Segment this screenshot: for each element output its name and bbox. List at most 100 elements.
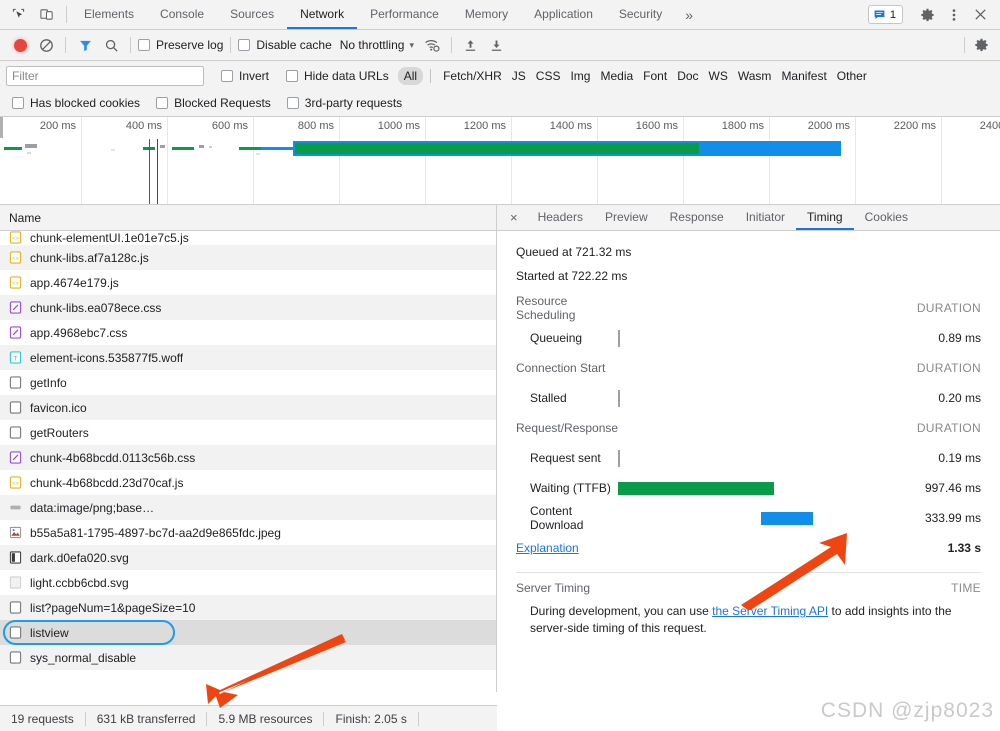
- type-filter-css[interactable]: CSS: [531, 67, 566, 85]
- type-filter-media[interactable]: Media: [595, 67, 638, 85]
- overview-tick: [855, 117, 856, 204]
- overview-seg: [25, 144, 37, 148]
- import-har-icon[interactable]: [459, 33, 483, 57]
- has-blocked-cookies-box[interactable]: [12, 97, 24, 109]
- timing-item-label: Stalled: [530, 391, 567, 405]
- explanation-link[interactable]: Explanation: [516, 541, 579, 555]
- search-icon[interactable]: [99, 33, 123, 57]
- request-row[interactable]: dark.d0efa020.svg: [0, 545, 496, 570]
- network-overview-timeline[interactable]: 200 ms 400 ms 600 ms 800 ms 1000 ms 1200 ms 14…: [0, 117, 1000, 205]
- has-blocked-cookies-label: Has blocked cookies: [30, 96, 141, 110]
- network-panels: Name <> chunk-elementUI.1e01e7c5.js <> chun…: [0, 205, 1000, 692]
- type-filter-doc[interactable]: Doc: [672, 67, 703, 85]
- type-filter-all[interactable]: All: [397, 66, 424, 85]
- blocked-requests-box[interactable]: [156, 97, 169, 109]
- type-filter-wasm[interactable]: Wasm: [733, 67, 777, 85]
- blocked-requests-checkbox[interactable]: Blocked Requests: [156, 96, 271, 110]
- close-detail-icon[interactable]: ×: [501, 205, 527, 230]
- tab-elements[interactable]: Elements: [71, 0, 147, 29]
- request-row[interactable]: getInfo: [0, 370, 496, 395]
- request-row[interactable]: b55a5a81-1795-4897-bc7d-aa2d9e865fdc.jpe…: [0, 520, 496, 545]
- request-row[interactable]: list?pageNum=1&pageSize=10: [0, 595, 496, 620]
- network-status-bar: 19 requests 631 kB transferred 5.9 MB re…: [0, 705, 497, 731]
- hide-data-urls-checkbox[interactable]: Hide data URLs: [286, 69, 389, 83]
- disable-cache-checkbox[interactable]: Disable cache: [238, 38, 332, 52]
- close-icon[interactable]: [968, 3, 992, 27]
- third-party-requests-box[interactable]: [286, 97, 299, 109]
- record-button[interactable]: [8, 33, 32, 57]
- invert-box[interactable]: [221, 69, 233, 82]
- server-timing-api-link[interactable]: the Server Timing API: [712, 604, 828, 618]
- type-filter-manifest[interactable]: Manifest: [776, 67, 831, 85]
- tab-sources[interactable]: Sources: [217, 0, 287, 29]
- tab-memory[interactable]: Memory: [452, 0, 521, 29]
- network-conditions-icon[interactable]: [420, 33, 444, 57]
- js-file-icon: <>: [9, 475, 22, 490]
- filter-funnel-icon[interactable]: [73, 33, 97, 57]
- tab-application[interactable]: Application: [521, 0, 606, 29]
- request-row[interactable]: <> chunk-4b68bcdd.23d70caf.js: [0, 470, 496, 495]
- request-row[interactable]: getRouters: [0, 420, 496, 445]
- device-toolbar-icon[interactable]: [36, 5, 56, 25]
- has-blocked-cookies-checkbox[interactable]: Has blocked cookies: [12, 96, 140, 110]
- gear-icon[interactable]: [916, 3, 940, 27]
- request-row[interactable]: light.ccbb6cbd.svg: [0, 570, 496, 595]
- network-settings-gear-icon[interactable]: [970, 33, 994, 57]
- tab-performance[interactable]: Performance: [357, 0, 452, 29]
- filter-bar: Invert Hide data URLs All Fetch/XHR JS C…: [0, 61, 1000, 90]
- invert-label: Invert: [239, 68, 270, 83]
- type-filter-fetchxhr[interactable]: Fetch/XHR: [438, 67, 507, 85]
- type-filter-ws[interactable]: WS: [704, 67, 733, 85]
- type-filter-font[interactable]: Font: [638, 67, 672, 85]
- detail-tab-response[interactable]: Response: [659, 205, 735, 230]
- clear-button[interactable]: [34, 33, 58, 57]
- request-row[interactable]: listview: [0, 620, 496, 645]
- timing-item-bar-cell: [618, 473, 917, 503]
- detail-tab-cookies[interactable]: Cookies: [854, 205, 919, 230]
- tab-network[interactable]: Network: [287, 0, 358, 29]
- request-row[interactable]: <> app.4674e179.js: [0, 270, 496, 295]
- preserve-log-box[interactable]: [138, 39, 150, 51]
- disable-cache-box[interactable]: [238, 39, 251, 51]
- tab-console[interactable]: Console: [147, 0, 217, 29]
- inspect-cursor-icon[interactable]: [8, 5, 28, 25]
- request-row[interactable]: sys_normal_disable: [0, 645, 496, 670]
- throttling-select[interactable]: No throttling ▾: [340, 38, 414, 52]
- request-row[interactable]: <> chunk-elementUI.1e01e7c5.js: [0, 231, 496, 245]
- detail-tab-headers[interactable]: Headers: [527, 205, 594, 230]
- detail-tab-timing[interactable]: Timing: [796, 205, 854, 230]
- detail-tab-preview[interactable]: Preview: [594, 205, 659, 230]
- throttling-value: No throttling: [339, 38, 405, 52]
- request-row[interactable]: <> chunk-libs.af7a128c.js: [0, 245, 496, 270]
- filter-input[interactable]: [6, 65, 204, 86]
- data-url-icon: [9, 500, 22, 515]
- request-row[interactable]: data:image/png;base…: [0, 495, 496, 520]
- invert-checkbox[interactable]: Invert: [221, 69, 269, 83]
- type-filter-other[interactable]: Other: [832, 67, 872, 85]
- request-row[interactable]: favicon.ico: [0, 395, 496, 420]
- timing-item-bar-cell: [618, 323, 917, 353]
- timing-total-spacer: [618, 533, 917, 563]
- css-file-icon: [9, 325, 22, 340]
- more-tabs-chevron-icon[interactable]: »: [675, 0, 703, 29]
- request-row[interactable]: Telement-icons.535877f5.woff: [0, 345, 496, 370]
- request-rows[interactable]: <> chunk-elementUI.1e01e7c5.js <> chunk-lib…: [0, 231, 496, 692]
- preserve-log-checkbox[interactable]: Preserve log: [138, 38, 223, 52]
- control-divider-2: [130, 37, 131, 53]
- request-row[interactable]: app.4968ebc7.css: [0, 320, 496, 345]
- more-vertical-icon[interactable]: [942, 3, 966, 27]
- timing-bar-tick: [618, 390, 621, 407]
- type-filter-js[interactable]: JS: [507, 67, 531, 85]
- third-party-requests-checkbox[interactable]: 3rd-party requests: [286, 96, 402, 110]
- detail-tab-initiator[interactable]: Initiator: [735, 205, 796, 230]
- request-row[interactable]: chunk-libs.ea078ece.css: [0, 295, 496, 320]
- request-row[interactable]: chunk-4b68bcdd.0113c56b.css: [0, 445, 496, 470]
- tab-security[interactable]: Security: [606, 0, 675, 29]
- svg-text:<>: <>: [12, 256, 19, 262]
- timing-summary: Queued at 721.32 ms Started at 722.22 ms…: [497, 231, 1000, 573]
- message-badge-icon[interactable]: 1: [867, 5, 903, 24]
- export-har-icon[interactable]: [485, 33, 509, 57]
- hide-data-urls-box[interactable]: [286, 69, 299, 82]
- column-header-name: Name: [9, 210, 42, 225]
- type-filter-img[interactable]: Img: [565, 67, 595, 85]
